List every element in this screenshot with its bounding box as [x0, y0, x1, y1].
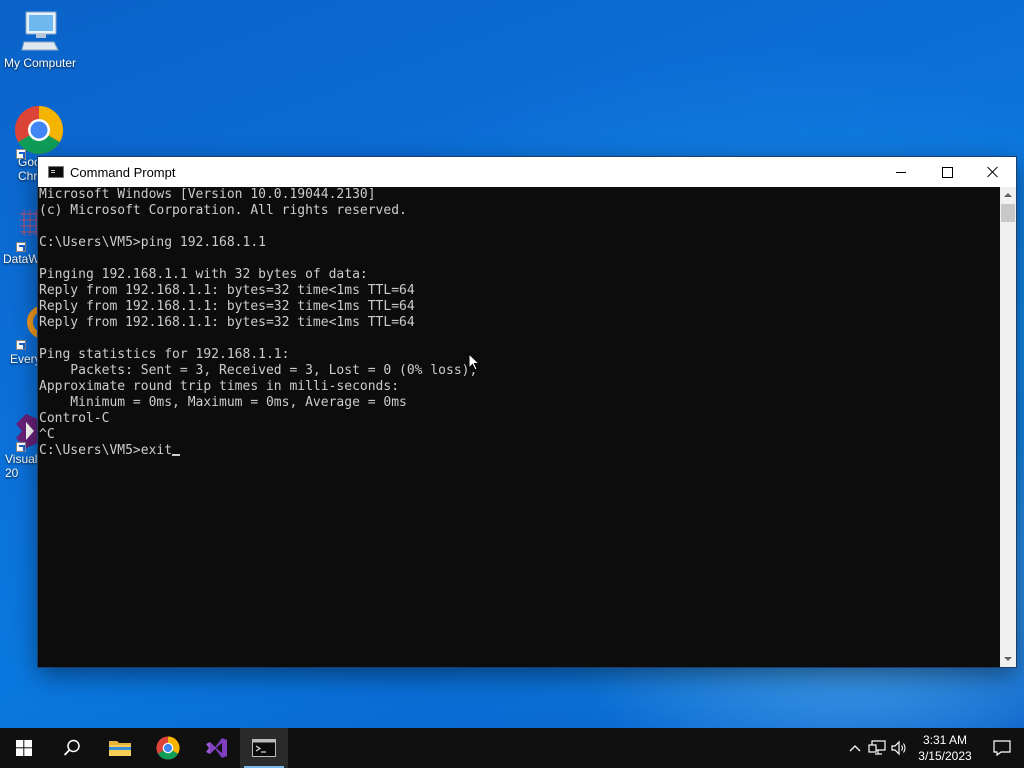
- shortcut-arrow-icon: [16, 242, 26, 252]
- desktop-icon-visual-studio[interactable]: Visual 20: [0, 410, 40, 480]
- desktop-icon-label: Every: [10, 352, 41, 366]
- show-hidden-icons-button[interactable]: [844, 728, 866, 768]
- system-tray: 3:31 AM 3/15/2023: [844, 728, 1024, 768]
- windows-logo-icon: [16, 740, 32, 756]
- chrome-icon: [14, 105, 64, 159]
- action-center-button[interactable]: [980, 728, 1024, 768]
- console-line: Packets: Sent = 3, Received = 3, Lost = …: [39, 363, 478, 378]
- start-button[interactable]: [0, 728, 48, 768]
- console-line: ^C: [39, 427, 55, 442]
- desktop-icon-label: Goo Chr: [18, 155, 41, 183]
- console-line: Reply from 192.168.1.1: bytes=32 time<1m…: [39, 315, 415, 330]
- minimize-icon: [896, 171, 906, 173]
- mouse-pointer-icon: [468, 353, 480, 371]
- text-cursor: [172, 454, 181, 456]
- console-line: C:\Users\VM5>ping 192.168.1.1: [39, 235, 266, 250]
- desktop-icon-google-chrome[interactable]: Goo Chr: [0, 105, 64, 183]
- taskbar-command-prompt[interactable]: [240, 728, 288, 768]
- console-line: Control-C: [39, 411, 110, 426]
- scrollbar-thumb[interactable]: [1001, 204, 1015, 222]
- visual-studio-icon: [206, 738, 227, 758]
- maximize-icon: [941, 166, 953, 178]
- prompt-input-text: C:\Users\VM5>exit: [39, 443, 173, 458]
- visual-studio-icon: [0, 410, 40, 452]
- minimize-button[interactable]: [878, 157, 924, 187]
- title-bar[interactable]: Command Prompt: [38, 157, 1016, 187]
- shortcut-arrow-icon: [16, 442, 26, 452]
- command-prompt-icon: [48, 166, 64, 178]
- console-line: Approximate round trip times in milli-se…: [39, 379, 400, 394]
- close-icon: [987, 166, 999, 178]
- command-prompt-icon: [252, 739, 276, 757]
- console-line: Pinging 192.168.1.1 with 32 bytes of dat…: [39, 267, 368, 282]
- search-button[interactable]: [48, 728, 96, 768]
- console-line: Reply from 192.168.1.1: bytes=32 time<1m…: [39, 283, 415, 298]
- arrow-down-icon: [1004, 657, 1012, 661]
- taskbar-visual-studio[interactable]: [192, 728, 240, 768]
- desktop-icon-label: DataW: [3, 252, 40, 266]
- chevron-up-icon: [849, 745, 861, 752]
- clock-date: 3/15/2023: [918, 749, 972, 763]
- notification-icon: [993, 740, 1011, 756]
- close-button[interactable]: [970, 157, 1016, 187]
- volume-button[interactable]: [888, 728, 910, 768]
- command-prompt-window[interactable]: Command Prompt Microsoft Windows [Versio…: [38, 157, 1016, 667]
- console-line: Reply from 192.168.1.1: bytes=32 time<1m…: [39, 299, 415, 314]
- taskbar-file-explorer[interactable]: [96, 728, 144, 768]
- network-icon: [868, 740, 886, 755]
- console-output[interactable]: Microsoft Windows [Version 10.0.19044.21…: [38, 187, 1000, 667]
- window-controls: [878, 157, 1016, 187]
- taskbar-clock[interactable]: 3:31 AM 3/15/2023: [910, 732, 980, 764]
- desktop-icon-everything[interactable]: Every: [0, 305, 61, 366]
- taskbar-google-chrome[interactable]: [144, 728, 192, 768]
- console-line: Ping statistics for 192.168.1.1:: [39, 347, 290, 362]
- vertical-scrollbar[interactable]: [1000, 187, 1016, 667]
- folder-icon: [109, 741, 131, 756]
- shortcut-arrow-icon: [16, 149, 26, 159]
- network-button[interactable]: [866, 728, 888, 768]
- datawrangler-icon: [0, 208, 40, 252]
- shortcut-arrow-icon: [16, 340, 26, 350]
- window-title: Command Prompt: [70, 164, 176, 180]
- maximize-button[interactable]: [924, 157, 970, 187]
- arrow-up-icon: [1004, 193, 1012, 197]
- computer-icon: [20, 10, 60, 54]
- scroll-up-button[interactable]: [1000, 187, 1016, 203]
- desktop-icon-label: My Computer: [3, 56, 77, 70]
- desktop-icon-my-computer[interactable]: My Computer: [2, 10, 78, 70]
- console-line: Microsoft Windows [Version 10.0.19044.21…: [39, 187, 376, 202]
- prompt-line[interactable]: C:\Users\VM5>exit: [39, 443, 1000, 459]
- search-icon: [63, 739, 80, 756]
- desktop-icon-datawrangler[interactable]: DataW: [0, 208, 40, 266]
- scroll-down-button[interactable]: [1000, 651, 1016, 667]
- clock-time: 3:31 AM: [922, 733, 968, 747]
- everything-search-icon: [0, 305, 61, 352]
- console-line: Minimum = 0ms, Maximum = 0ms, Average = …: [39, 395, 407, 410]
- chrome-icon: [156, 736, 180, 760]
- taskbar: 3:31 AM 3/15/2023: [0, 728, 1024, 768]
- speaker-icon: [891, 740, 906, 756]
- console-line: (c) Microsoft Corporation. All rights re…: [39, 203, 407, 218]
- desktop-icon-label: Visual 20: [5, 452, 38, 480]
